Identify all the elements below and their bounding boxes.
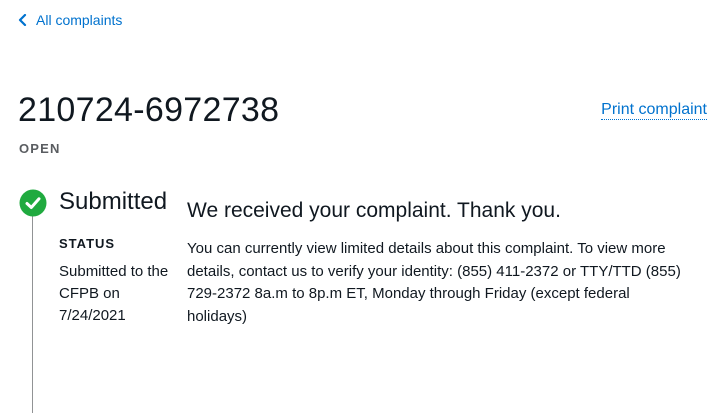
- check-circle-icon: [19, 189, 47, 217]
- all-complaints-label: All complaints: [36, 12, 123, 28]
- complaint-state-badge: OPEN: [19, 141, 61, 156]
- status-label: STATUS: [59, 236, 116, 251]
- chevron-left-icon: [18, 14, 27, 26]
- timeline-line: [32, 214, 33, 413]
- complaint-detail-page: All complaints 210724-6972738 Print comp…: [0, 0, 716, 413]
- message-body: You can currently view limited details a…: [187, 240, 681, 325]
- timeline-step-title: Submitted: [59, 188, 168, 215]
- print-complaint-link[interactable]: Print complaint: [601, 101, 707, 120]
- all-complaints-link[interactable]: All complaints: [18, 12, 122, 28]
- message-title: We received your complaint. Thank you.: [187, 199, 561, 222]
- complaint-id: 210724-6972738: [18, 91, 280, 129]
- status-detail: Submitted to the CFPB on 7/24/2021: [59, 263, 169, 324]
